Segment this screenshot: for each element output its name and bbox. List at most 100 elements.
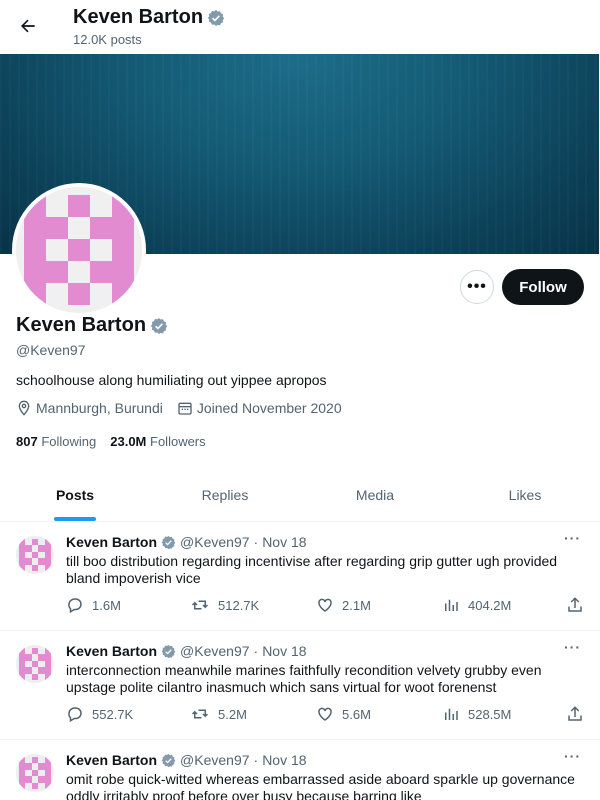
tweet-avatar[interactable]: [16, 536, 54, 574]
tweet[interactable]: Keven Barton @Keven97 · Nov 18 ··· till …: [0, 522, 600, 631]
profile-meta: Mannburgh, Burundi Joined November 2020: [16, 400, 342, 416]
tweet-header: Keven Barton @Keven97 · Nov 18: [66, 643, 307, 659]
like-count: 2.1M: [342, 597, 371, 613]
verified-badge-icon: [161, 753, 176, 767]
tweet-actions: 552.7K 5.2M 5.6M 528.5M: [66, 705, 586, 725]
views-count: 404.2M: [468, 597, 512, 613]
separator-dot: ·: [253, 534, 259, 550]
reply-button[interactable]: 1.6M: [66, 596, 121, 614]
follow-stats: 807 Following 23.0M Followers: [16, 434, 206, 449]
tweet-avatar[interactable]: [16, 645, 54, 683]
verified-badge-icon: [161, 535, 176, 549]
verified-badge-icon: [150, 317, 168, 334]
tweet[interactable]: Keven Barton @Keven97 · Nov 18 ··· omit …: [0, 740, 600, 800]
verified-badge-icon: [207, 9, 225, 26]
tweet-text: omit robe quick-witted whereas embarrass…: [66, 771, 575, 800]
tweet-header: Keven Barton @Keven97 · Nov 18: [66, 534, 307, 550]
tab-replies[interactable]: Replies: [150, 469, 300, 521]
tweet-text: interconnection meanwhile marines faithf…: [66, 662, 542, 695]
share-icon: [568, 706, 582, 721]
tweet-more-button[interactable]: ···: [564, 530, 581, 546]
location-pin-icon: [18, 400, 30, 416]
reply-count: 1.6M: [92, 597, 121, 613]
reply-icon: [68, 598, 82, 614]
avatar-image: [16, 187, 142, 313]
tweet-author-name[interactable]: Keven Barton: [66, 534, 157, 550]
identicon-icon: [16, 536, 54, 574]
reply-button[interactable]: 552.7K: [66, 705, 133, 723]
profile-bio: schoolhouse along humiliating out yippee…: [16, 372, 327, 388]
retweet-icon: [191, 600, 209, 610]
calendar-icon: [178, 402, 192, 415]
more-options-button[interactable]: •••: [460, 270, 494, 304]
tweet-date[interactable]: Nov 18: [262, 752, 306, 768]
heart-icon: [318, 598, 332, 612]
separator-dot: ·: [253, 643, 259, 659]
following-link[interactable]: 807 Following: [16, 434, 96, 449]
following-label: Following: [41, 434, 97, 449]
tweet-date[interactable]: Nov 18: [262, 534, 306, 550]
views-icon: [445, 708, 458, 720]
profile-name: Keven Barton: [16, 314, 147, 336]
separator-dot: ·: [253, 752, 259, 768]
like-count: 5.6M: [342, 706, 371, 722]
views-icon: [445, 599, 458, 611]
like-button[interactable]: 2.1M: [316, 596, 371, 614]
location-text: Mannburgh, Burundi: [36, 400, 163, 416]
tweet-text: till boo distribution regarding incentiv…: [66, 553, 558, 586]
share-button[interactable]: [566, 596, 584, 614]
tweet[interactable]: Keven Barton @Keven97 · Nov 18 ··· inter…: [0, 631, 600, 740]
retweet-button[interactable]: 512.7K: [190, 596, 259, 614]
profile-handle: @Keven97: [16, 342, 86, 358]
heart-icon: [318, 707, 332, 721]
tweet-author-handle[interactable]: @Keven97: [180, 534, 249, 550]
followers-link[interactable]: 23.0M Followers: [110, 434, 205, 449]
profile-avatar[interactable]: [12, 183, 146, 317]
tweet-more-button[interactable]: ···: [564, 639, 581, 655]
top-bar: Keven Barton 12.0K posts: [0, 0, 600, 53]
reply-icon: [68, 707, 82, 723]
header-title: Keven Barton: [73, 6, 204, 28]
views-button[interactable]: 404.2M: [442, 596, 511, 614]
reply-count: 552.7K: [92, 706, 134, 722]
following-count: 807: [16, 434, 38, 449]
more-icon: •••: [467, 278, 487, 295]
back-button[interactable]: [12, 10, 44, 42]
follow-button[interactable]: Follow: [502, 269, 584, 305]
joined-text: Joined November 2020: [196, 400, 342, 416]
profile-name-row: Keven Barton: [16, 314, 168, 337]
tweet-author-handle[interactable]: @Keven97: [180, 752, 249, 768]
verified-badge-icon: [161, 644, 176, 658]
tweet-header: Keven Barton @Keven97 · Nov 18: [66, 752, 307, 768]
profile-location: Mannburgh, Burundi: [16, 400, 163, 416]
identicon-icon: [16, 187, 142, 313]
post-count: 12.0K posts: [73, 32, 142, 47]
retweet-count: 5.2M: [218, 706, 247, 722]
retweet-icon: [191, 709, 209, 719]
views-button[interactable]: 528.5M: [442, 705, 511, 723]
tweet-avatar[interactable]: [16, 754, 54, 792]
identicon-icon: [16, 645, 54, 683]
retweet-count: 512.7K: [218, 597, 260, 613]
followers-label: Followers: [150, 434, 206, 449]
header-title-row: Keven Barton: [73, 6, 225, 29]
profile-tabs: Posts Replies Media Likes: [0, 469, 600, 522]
identicon-icon: [16, 754, 54, 792]
tab-posts[interactable]: Posts: [0, 469, 150, 521]
retweet-button[interactable]: 5.2M: [190, 705, 247, 723]
tweet-more-button[interactable]: ···: [564, 748, 581, 764]
tweet-author-name[interactable]: Keven Barton: [66, 752, 157, 768]
tweet-date[interactable]: Nov 18: [262, 643, 306, 659]
tweet-author-name[interactable]: Keven Barton: [66, 643, 157, 659]
like-button[interactable]: 5.6M: [316, 705, 371, 723]
arrow-left-icon: [21, 19, 35, 33]
followers-count: 23.0M: [110, 434, 147, 449]
share-icon: [568, 597, 582, 612]
share-button[interactable]: [566, 705, 584, 723]
tab-media[interactable]: Media: [300, 469, 450, 521]
views-count: 528.5M: [468, 706, 512, 722]
profile-joined: Joined November 2020: [177, 400, 342, 416]
tweet-actions: 1.6M 512.7K 2.1M 404.2M: [66, 596, 586, 616]
tab-likes[interactable]: Likes: [450, 469, 600, 521]
tweet-author-handle[interactable]: @Keven97: [180, 643, 249, 659]
